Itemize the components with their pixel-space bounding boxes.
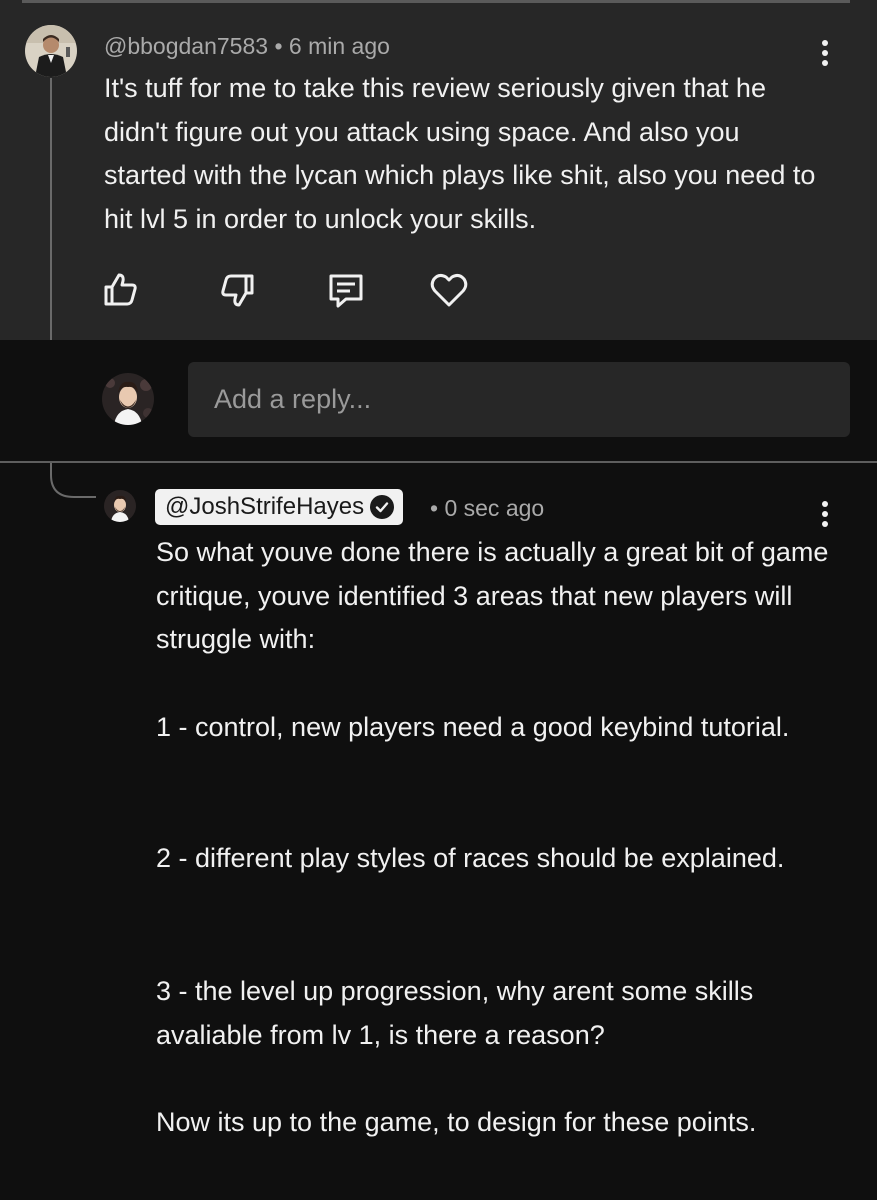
author-handle-chip[interactable]: @JoshStrifeHayes (155, 489, 404, 525)
author-handle[interactable]: @bbogdan7583 (104, 33, 268, 59)
timestamp[interactable]: 0 sec ago (444, 495, 544, 521)
reply-input-placeholder: Add a reply... (214, 384, 372, 414)
avatar[interactable] (25, 25, 77, 77)
thumbs-up-icon[interactable] (100, 270, 140, 310)
current-user-avatar (102, 373, 154, 425)
timestamp[interactable]: 6 min ago (289, 33, 390, 59)
thread-connector (50, 463, 96, 498)
meta-separator: • (274, 33, 283, 59)
avatar-image (104, 490, 136, 522)
reply-icon[interactable] (326, 270, 366, 310)
comment-text: It's tuff for me to take this review ser… (104, 73, 823, 234)
reply-paragraph: 1 - control, new players need a good key… (156, 712, 790, 742)
thread-line (50, 78, 52, 340)
heart-icon[interactable] (429, 270, 469, 310)
avatar-image (102, 373, 154, 425)
divider (0, 461, 877, 463)
verified-check-icon (370, 495, 395, 519)
reply-paragraph: So what youve done there is actually a g… (156, 537, 836, 654)
reply-paragraph: 3 - the level up progression, why arent … (156, 976, 761, 1050)
reply-meta: • 0 sec ago (430, 495, 544, 522)
more-options-icon[interactable] (815, 501, 835, 531)
more-options-icon[interactable] (815, 40, 835, 70)
divider (22, 0, 850, 3)
reply-paragraph: 2 - different play styles of races shoul… (156, 843, 785, 873)
avatar-image (25, 25, 77, 77)
reply-input[interactable]: Add a reply... (188, 362, 850, 437)
comment-meta: @bbogdan7583 • 6 min ago (104, 33, 390, 60)
reply-author-handle: @JoshStrifeHayes (165, 493, 365, 520)
thumbs-down-icon[interactable] (218, 270, 258, 310)
reply-paragraph: Now its up to the game, to design for th… (156, 1107, 757, 1137)
parent-comment: @bbogdan7583 • 6 min ago It's tuff for m… (0, 0, 877, 340)
meta-separator: • (430, 495, 439, 521)
reply-avatar[interactable] (104, 490, 136, 522)
